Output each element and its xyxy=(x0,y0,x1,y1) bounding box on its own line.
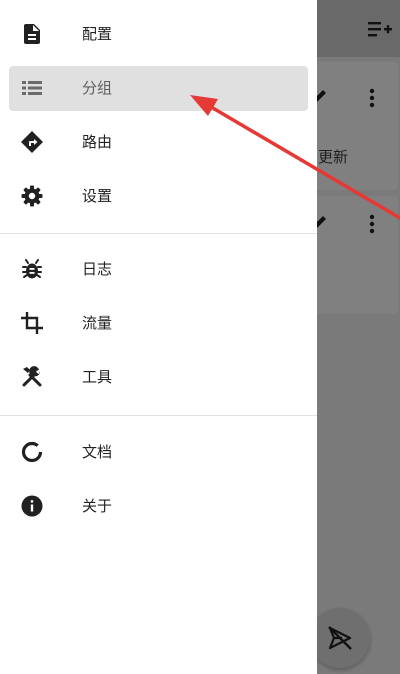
menu-item-logs[interactable]: 日志 xyxy=(9,247,308,292)
menu-item-label: 配置 xyxy=(82,25,113,43)
menu-item-traffic[interactable]: 流量 xyxy=(9,301,308,346)
menu-item-docs[interactable]: 文档 xyxy=(9,430,308,475)
update-label[interactable]: 更新 xyxy=(318,146,348,167)
menu-item-label: 工具 xyxy=(82,368,113,386)
menu-item-groups[interactable]: 分组 xyxy=(9,66,308,111)
more-vert-icon[interactable] xyxy=(364,88,380,108)
menu-item-label: 分组 xyxy=(82,79,113,97)
menu-item-tools[interactable]: 工具 xyxy=(9,355,308,400)
tools-icon xyxy=(22,366,42,387)
playlist-add-icon[interactable] xyxy=(368,20,392,40)
info-icon xyxy=(21,495,43,517)
file-icon xyxy=(24,24,40,44)
gear-icon xyxy=(21,185,43,207)
bug-icon xyxy=(22,259,42,279)
menu-item-label: 关于 xyxy=(82,497,113,515)
screen: 更新 配置 分组 路由 设置 日志 流量 工具 文档 关于 xyxy=(0,0,400,674)
route-icon xyxy=(21,131,43,153)
menu-item-profiles[interactable]: 配置 xyxy=(9,12,308,57)
divider xyxy=(0,233,317,234)
menu-item-label: 文档 xyxy=(82,443,113,461)
more-vert-icon[interactable] xyxy=(364,214,380,234)
menu-item-route[interactable]: 路由 xyxy=(9,120,308,165)
crop-icon xyxy=(21,312,43,334)
menu-item-label: 流量 xyxy=(82,314,113,332)
divider xyxy=(0,415,317,416)
menu-item-label: 路由 xyxy=(82,133,113,151)
navigation-drawer: 配置 分组 路由 设置 日志 流量 工具 文档 关于 xyxy=(0,0,317,674)
menu-item-label: 日志 xyxy=(82,260,113,278)
menu-item-about[interactable]: 关于 xyxy=(9,484,308,529)
send-off-icon xyxy=(328,626,352,650)
menu-item-settings[interactable]: 设置 xyxy=(9,174,308,219)
menu-item-label: 设置 xyxy=(82,187,113,205)
list-icon xyxy=(22,81,42,95)
donut-icon xyxy=(21,441,43,463)
connect-fab[interactable] xyxy=(310,608,370,668)
